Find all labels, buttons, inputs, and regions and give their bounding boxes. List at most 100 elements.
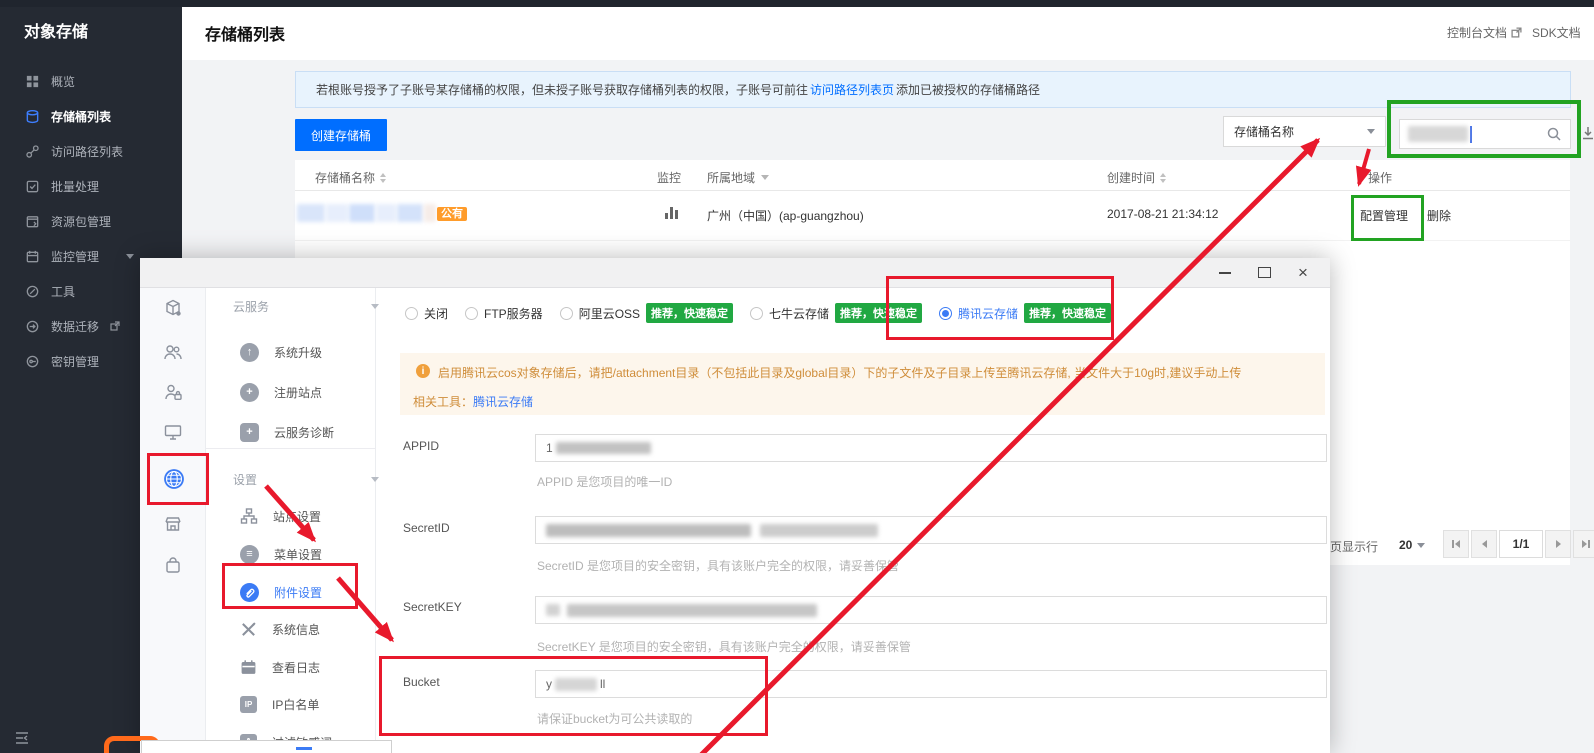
notice-line1: 启用腾讯云cos对象存储后，请把/attachment目录（不包括此目录及glo… bbox=[438, 364, 1241, 381]
secretid-input[interactable] bbox=[535, 516, 1327, 544]
table-header-divider bbox=[295, 190, 1570, 191]
menu-item-system-info[interactable]: 系统信息 bbox=[240, 618, 320, 640]
menu-item-menu-settings[interactable]: ≡ 菜单设置 bbox=[240, 543, 322, 565]
sidebar-collapse-icon[interactable] bbox=[14, 730, 30, 746]
option-tencent-cos[interactable]: 腾讯云存储 推荐，快速稳定 bbox=[939, 303, 1111, 323]
prev-page-button[interactable] bbox=[1471, 530, 1497, 558]
bucket-input[interactable]: y ll bbox=[535, 670, 1327, 698]
menu-group-cloud[interactable]: 云服务 bbox=[233, 298, 379, 315]
diagnosis-icon: + bbox=[240, 423, 259, 442]
configure-link[interactable]: 配置管理 bbox=[1360, 207, 1408, 224]
resource-package-icon bbox=[25, 214, 40, 229]
sdk-doc-link[interactable]: SDK文档 bbox=[1532, 24, 1594, 41]
redacted-value bbox=[546, 524, 751, 537]
store-icon[interactable] bbox=[163, 514, 183, 534]
sidebar-item-label: 存储桶列表 bbox=[51, 108, 111, 125]
recommend-badge: 推荐，快速稳定 bbox=[1024, 303, 1111, 323]
radio-selected-icon[interactable] bbox=[939, 307, 952, 320]
column-header-region[interactable]: 所属地域 bbox=[707, 169, 769, 186]
next-page-button[interactable] bbox=[1545, 530, 1571, 558]
search-input[interactable] bbox=[1399, 119, 1571, 149]
bucket-list-icon bbox=[25, 109, 40, 124]
option-aliyun-oss[interactable]: 阿里云OSS 推荐，快速稳定 bbox=[560, 303, 733, 323]
permission-notice-banner: 若根账号授予了子账号某存储桶的权限，但未授子账号获取存储桶列表的权限，子账号可前… bbox=[295, 71, 1571, 108]
redacted-value bbox=[556, 442, 651, 454]
filter-icon[interactable] bbox=[761, 175, 769, 180]
download-icon[interactable] bbox=[1580, 124, 1594, 142]
page-size-select[interactable]: 20 bbox=[1399, 538, 1425, 552]
tools-cross-icon bbox=[240, 621, 257, 638]
filter-type-select[interactable]: 存储桶名称 bbox=[1223, 116, 1386, 147]
search-icon[interactable] bbox=[1546, 126, 1562, 142]
first-page-button[interactable] bbox=[1443, 530, 1469, 558]
radio-icon[interactable] bbox=[750, 307, 763, 320]
menu-group-settings[interactable]: 设置 bbox=[233, 471, 379, 488]
option-ftp[interactable]: FTP服务器 bbox=[465, 305, 543, 322]
secretkey-input[interactable] bbox=[535, 596, 1327, 624]
storage-options: 关闭 FTP服务器 阿里云OSS 推荐，快速稳定 七牛云存储 推荐，快速稳定 腾… bbox=[405, 303, 1111, 323]
monitor-chart-icon[interactable] bbox=[665, 206, 678, 219]
monitor-icon[interactable] bbox=[163, 422, 183, 442]
appid-label: APPID bbox=[403, 439, 439, 453]
user-lock-icon[interactable] bbox=[163, 382, 183, 402]
column-header-created[interactable]: 创建时间 bbox=[1107, 169, 1166, 186]
chevron-down-icon bbox=[371, 304, 379, 309]
batch-check-icon bbox=[25, 179, 40, 194]
maximize-button[interactable] bbox=[1247, 258, 1281, 287]
redacted-value bbox=[546, 604, 560, 616]
menu-item-attachment-settings[interactable]: 附件设置 bbox=[240, 581, 322, 603]
globe-icon[interactable] bbox=[163, 468, 185, 490]
option-close[interactable]: 关闭 bbox=[405, 305, 448, 322]
access-path-page-link[interactable]: 访问路径列表页 bbox=[810, 81, 894, 98]
column-header-monitor: 监控 bbox=[657, 169, 681, 186]
minimize-button[interactable] bbox=[1208, 258, 1242, 287]
radio-icon[interactable] bbox=[465, 307, 478, 320]
recommend-badge: 推荐，快速稳定 bbox=[646, 303, 733, 323]
pager: 1/1 bbox=[1443, 530, 1594, 558]
radio-icon[interactable] bbox=[405, 307, 418, 320]
users-icon[interactable] bbox=[163, 342, 183, 362]
calendar-icon bbox=[25, 249, 40, 264]
paperclip-icon bbox=[240, 583, 259, 602]
key-icon bbox=[25, 354, 40, 369]
data-migration-icon bbox=[25, 319, 40, 334]
cloud-service-icon[interactable] bbox=[163, 298, 183, 318]
sort-icon[interactable] bbox=[1160, 173, 1166, 183]
sidebar-item-resource-package[interactable]: 资源包管理 bbox=[0, 206, 182, 236]
menu-item-system-upgrade[interactable]: ↑ 系统升级 bbox=[240, 341, 322, 363]
console-doc-link[interactable]: 控制台文档 bbox=[1447, 24, 1522, 41]
recommend-badge: 推荐，快速稳定 bbox=[835, 303, 922, 323]
sidebar-item-label: 数据迁移 bbox=[51, 318, 99, 335]
sidebar-item-overview[interactable]: 概览 bbox=[0, 66, 182, 96]
menu-item-cloud-diagnosis[interactable]: + 云服务诊断 bbox=[240, 421, 334, 443]
menu-list-icon: ≡ bbox=[240, 545, 259, 564]
appid-input[interactable]: 1 bbox=[535, 434, 1327, 462]
tooltip-blue-dash bbox=[296, 747, 312, 750]
appid-help: APPID 是您项目的唯一ID bbox=[537, 473, 672, 490]
menu-item-ip-whitelist[interactable]: IP IP白名单 bbox=[240, 693, 319, 715]
region-cell: 广州（中国）(ap-guangzhou) bbox=[707, 207, 864, 224]
delete-link[interactable]: 删除 bbox=[1427, 207, 1451, 224]
external-link-icon bbox=[110, 321, 120, 331]
sidebar-item-batch[interactable]: 批量处理 bbox=[0, 171, 182, 201]
sort-icon[interactable] bbox=[380, 173, 386, 183]
app-root: 对象存储 概览 存储桶列表 访问路径列表 批量处理 资源包管理 监控管理 bbox=[0, 0, 1594, 753]
tooltip-fragment bbox=[141, 740, 392, 753]
secretid-help: SecretID 是您项目的安全密钥，具有该账户完全的权限，请妥善保管 bbox=[537, 557, 899, 574]
radio-icon[interactable] bbox=[560, 307, 573, 320]
admin-settings-window: × 云服务 ↑ 系统升级 bbox=[140, 258, 1330, 753]
create-bucket-button[interactable]: 创建存储桶 bbox=[295, 119, 387, 151]
last-page-button[interactable] bbox=[1573, 530, 1594, 558]
menu-item-view-logs[interactable]: 查看日志 bbox=[240, 656, 320, 678]
tencent-cos-tool-link[interactable]: 腾讯云存储 bbox=[473, 395, 533, 409]
column-header-bucket-name[interactable]: 存储桶名称 bbox=[315, 169, 386, 186]
chevron-down-icon bbox=[371, 477, 379, 482]
redacted-bucket-name[interactable] bbox=[297, 204, 436, 222]
bag-lock-icon[interactable] bbox=[163, 555, 183, 575]
sidebar-item-access-path[interactable]: 访问路径列表 bbox=[0, 136, 182, 166]
menu-item-register-site[interactable]: + 注册站点 bbox=[240, 381, 322, 403]
option-qiniu[interactable]: 七牛云存储 推荐，快速稳定 bbox=[750, 303, 922, 323]
sidebar-item-bucket-list[interactable]: 存储桶列表 bbox=[0, 101, 182, 131]
menu-item-site-settings[interactable]: 站点设置 bbox=[240, 505, 321, 527]
close-button[interactable]: × bbox=[1286, 258, 1320, 287]
